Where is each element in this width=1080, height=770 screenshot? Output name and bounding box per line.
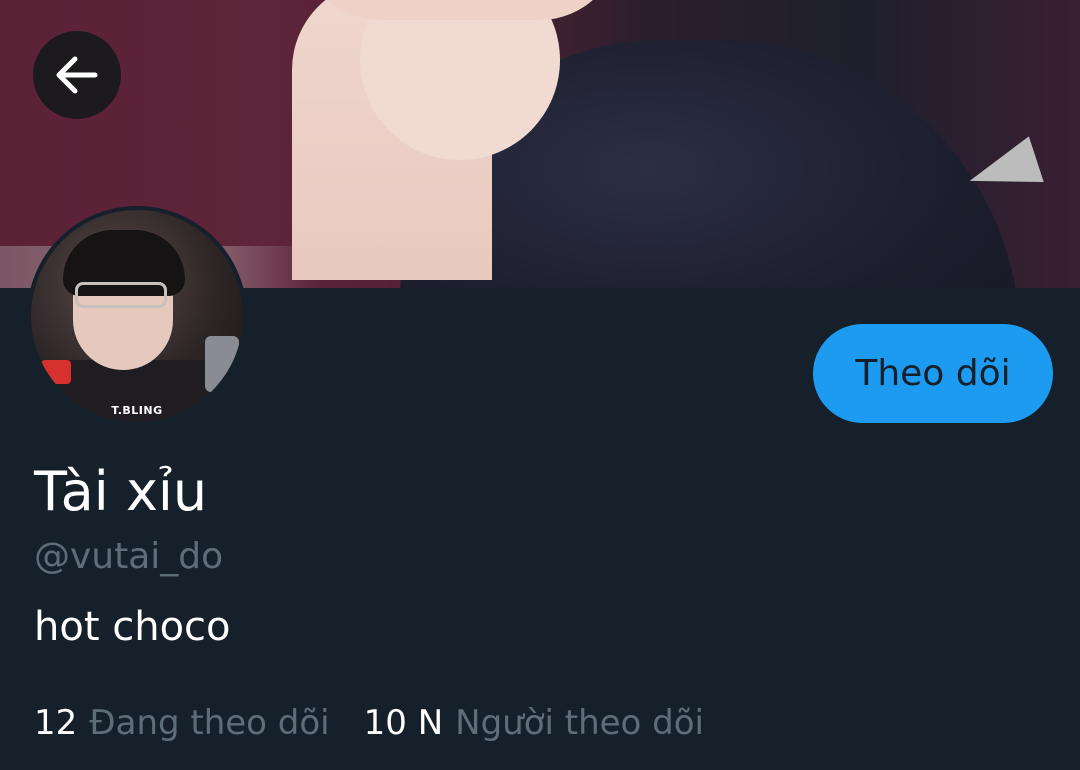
following-label: Đang theo dõi [89, 703, 330, 743]
avatar[interactable]: T.BLING [27, 206, 247, 426]
user-handle: @vutai_do [34, 536, 224, 577]
banner-jersey-spike [962, 136, 1044, 204]
avatar-glasses [75, 282, 167, 308]
following-stat[interactable]: 12 Đang theo dõi [34, 703, 330, 743]
follow-stats: 12 Đang theo dõi 10 N Người theo dõi [34, 703, 704, 743]
back-button[interactable] [33, 31, 121, 119]
avatar-badge [41, 360, 71, 384]
followers-label: Người theo dõi [455, 703, 704, 743]
followers-stat[interactable]: 10 N Người theo dõi [364, 703, 704, 743]
avatar-tag: T.BLING [111, 404, 163, 417]
bio: hot choco [34, 604, 231, 650]
following-count: 12 [34, 703, 78, 743]
display-name: Tài xỉu [34, 460, 208, 523]
arrow-left-icon [56, 56, 98, 94]
avatar-phone [205, 336, 239, 392]
follow-button[interactable]: Theo dõi [813, 324, 1053, 423]
followers-count: 10 N [363, 703, 444, 743]
